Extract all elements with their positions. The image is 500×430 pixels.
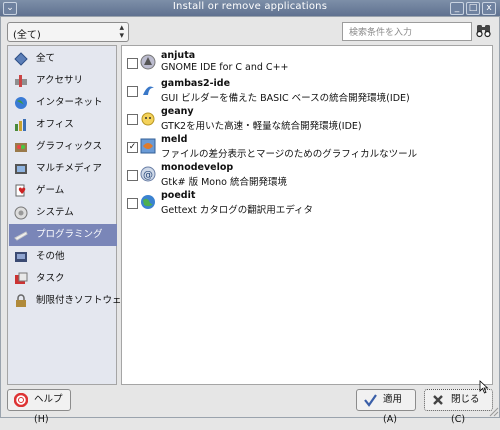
sidebar-item-label: 制限付きソフトウェア bbox=[36, 295, 132, 306]
sidebar-item-office[interactable]: オフィス bbox=[9, 114, 117, 136]
sidebar-item-games[interactable]: ♥ ゲーム bbox=[9, 180, 117, 202]
install-checkbox[interactable]: ✓ bbox=[127, 142, 138, 153]
svg-text:♥: ♥ bbox=[18, 187, 26, 197]
package-list: anjuta GNOME IDE for C and C++ gambas2-i… bbox=[121, 45, 493, 385]
monodevelop-icon: @ bbox=[140, 166, 156, 182]
sidebar-item-tasks[interactable]: タスク bbox=[9, 268, 117, 290]
search-field[interactable] bbox=[342, 22, 472, 41]
install-checkbox[interactable] bbox=[127, 114, 138, 125]
package-description: GUI ビルダーを備えた BASIC ベースの統合開発環境(IDE) bbox=[161, 93, 410, 104]
sidebar-item-label: オフィス bbox=[36, 119, 74, 130]
sidebar-item-system[interactable]: システム bbox=[9, 202, 117, 224]
all-icon bbox=[14, 52, 28, 66]
install-checkbox[interactable] bbox=[127, 198, 138, 209]
close-window-button[interactable]: x bbox=[482, 2, 496, 15]
combo-arrows-icon: ▴ ▾ bbox=[119, 23, 124, 41]
sidebar-item-programming[interactable]: プログラミング bbox=[9, 224, 117, 246]
sidebar-item-accessories[interactable]: アクセサリ bbox=[9, 70, 117, 92]
multimedia-icon bbox=[14, 162, 28, 176]
minimize-button[interactable]: _ bbox=[450, 2, 464, 15]
tasks-icon bbox=[14, 272, 28, 286]
checkmark-icon bbox=[363, 393, 377, 407]
package-name: meld bbox=[161, 134, 188, 145]
accessories-icon bbox=[14, 74, 28, 88]
other-icon bbox=[14, 250, 28, 264]
package-name: gambas2-ide bbox=[161, 78, 231, 89]
sidebar-item-label: タスク bbox=[36, 273, 65, 284]
help-label: ヘルプ(H) bbox=[34, 394, 63, 425]
sidebar-item-label: インターネット bbox=[36, 97, 103, 108]
package-name: geany bbox=[161, 106, 194, 117]
sidebar-item-internet[interactable]: インターネット bbox=[9, 92, 117, 114]
sidebar-item-multimedia[interactable]: マルチメディア bbox=[9, 158, 117, 180]
graphics-icon bbox=[14, 140, 28, 154]
programming-icon bbox=[14, 228, 28, 242]
package-description: GNOME IDE for C and C++ bbox=[161, 62, 289, 73]
sidebar-item-label: アクセサリ bbox=[36, 75, 84, 86]
anjuta-icon bbox=[140, 54, 156, 70]
search-icon[interactable] bbox=[476, 22, 492, 40]
sidebar-item-label: ゲーム bbox=[36, 185, 65, 196]
package-name: poedit bbox=[161, 190, 196, 201]
sidebar-item-label: システム bbox=[36, 207, 74, 218]
meld-icon bbox=[140, 138, 156, 154]
package-name: anjuta bbox=[161, 50, 196, 61]
search-input[interactable] bbox=[347, 24, 471, 41]
poedit-icon bbox=[140, 194, 156, 210]
apply-button[interactable]: 適用(A) bbox=[356, 389, 416, 425]
office-icon bbox=[14, 118, 28, 132]
sidebar-item-label: マルチメディア bbox=[36, 163, 102, 174]
help-icon bbox=[13, 392, 29, 408]
apply-label: 適用(A) bbox=[383, 394, 403, 425]
gambas-icon bbox=[140, 82, 156, 98]
package-description: GTK2を用いた高速・軽量な統合開発環境(IDE) bbox=[161, 121, 362, 132]
sidebar-item-all[interactable]: 全て bbox=[9, 48, 117, 70]
title-bar[interactable]: ⌄ Install or remove applications _ □ x bbox=[0, 0, 500, 17]
sidebar-item-label: プログラミング bbox=[36, 229, 103, 240]
sidebar-item-label: 全て bbox=[36, 53, 56, 64]
install-checkbox[interactable] bbox=[127, 58, 138, 69]
svg-text:@: @ bbox=[143, 170, 153, 181]
filter-combo-value: (全て) bbox=[13, 30, 41, 41]
package-description: ファイルの差分表示とマージのためのグラフィカルなツール bbox=[161, 149, 418, 160]
sidebar-item-label: グラフィックス bbox=[36, 141, 103, 152]
list-item[interactable]: poedit Gettext カタログの翻訳用エディタ bbox=[122, 188, 492, 232]
package-description: Gtk# 版 Mono 統合開発環境 bbox=[161, 177, 287, 188]
sidebar-item-other[interactable]: その他 bbox=[9, 246, 117, 268]
category-sidebar: 全て アクセサリ インターネット オフィス グラフィックス マルチメディア ♥ … bbox=[7, 45, 131, 385]
internet-icon bbox=[14, 96, 28, 110]
close-icon bbox=[431, 393, 445, 407]
resize-grip-icon[interactable] bbox=[487, 405, 499, 417]
maximize-button[interactable]: □ bbox=[466, 2, 480, 15]
window-title: Install or remove applications bbox=[172, 1, 328, 12]
package-description: Gettext カタログの翻訳用エディタ bbox=[161, 205, 314, 216]
package-name: monodevelop bbox=[161, 162, 234, 173]
sidebar-item-restricted[interactable]: 制限付きソフトウェア bbox=[9, 290, 131, 312]
install-checkbox[interactable] bbox=[127, 170, 138, 181]
sidebar-item-graphics[interactable]: グラフィックス bbox=[9, 136, 117, 158]
mouse-cursor-icon bbox=[479, 380, 489, 397]
install-checkbox[interactable] bbox=[127, 86, 138, 97]
games-icon: ♥ bbox=[14, 184, 28, 198]
system-icon bbox=[14, 206, 28, 220]
help-button[interactable]: ヘルプ(H) bbox=[7, 389, 71, 425]
geany-icon bbox=[140, 110, 156, 126]
filter-combo[interactable]: (全て) ▴ ▾ bbox=[7, 22, 129, 42]
sidebar-item-label: その他 bbox=[36, 251, 65, 262]
restricted-software-icon bbox=[14, 294, 28, 308]
